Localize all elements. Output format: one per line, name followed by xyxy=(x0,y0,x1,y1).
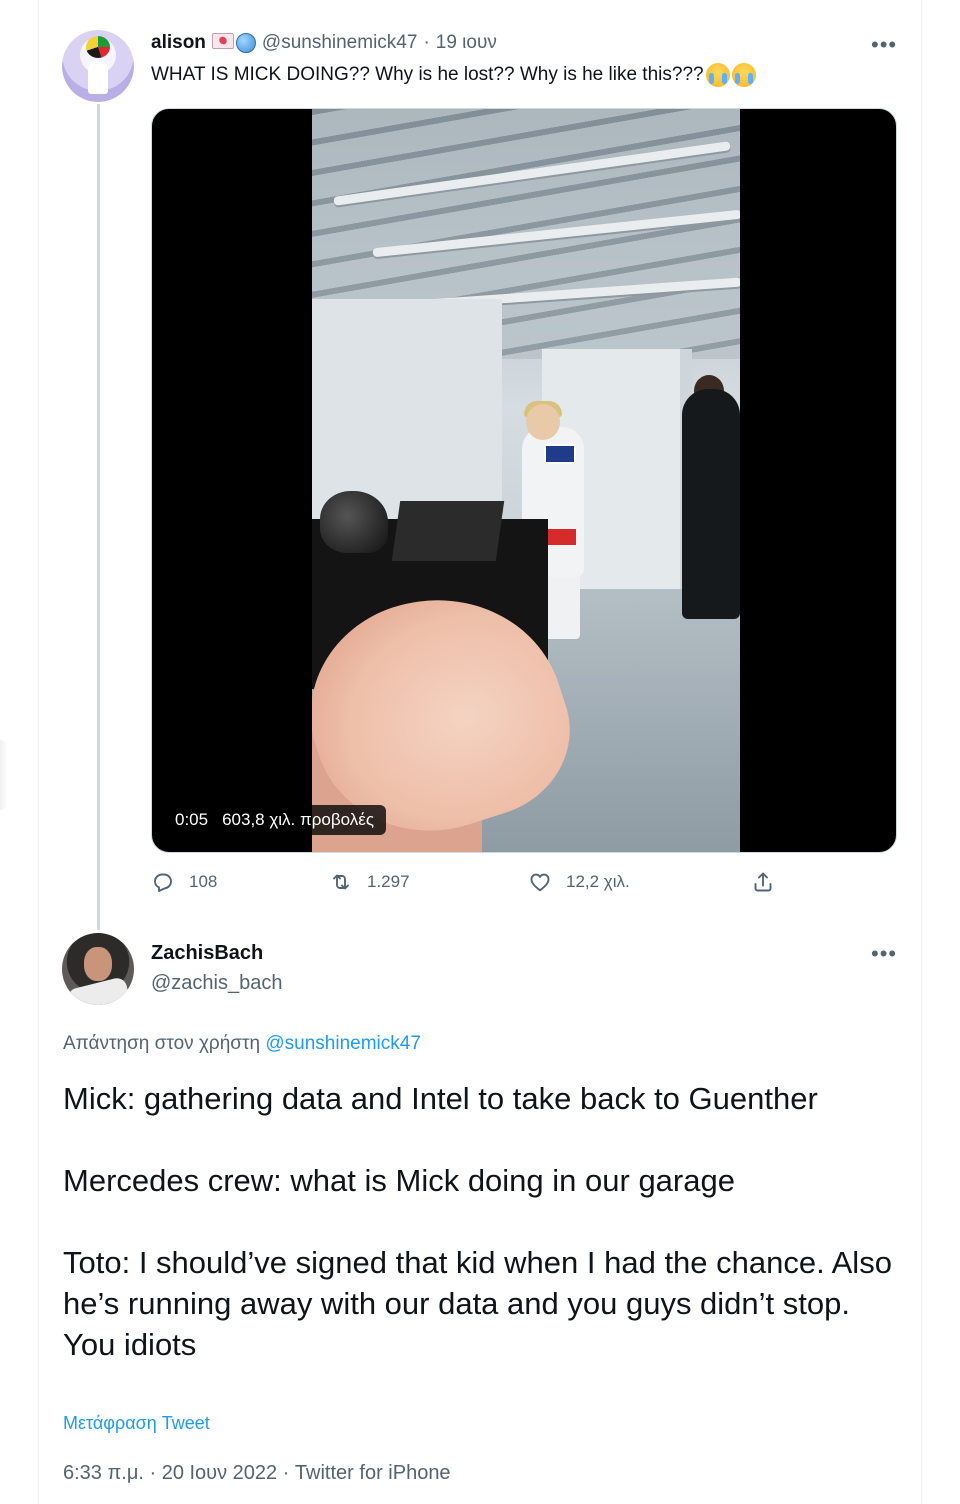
like-icon xyxy=(530,873,550,892)
reply-paragraph: Mercedes crew: what is Mick doing in our… xyxy=(63,1163,735,1198)
replying-to-mention[interactable]: @sunshinemick47 xyxy=(265,1033,421,1054)
timeline-right-border xyxy=(921,0,922,1504)
avatar-figure xyxy=(88,60,108,94)
crying-face-icon xyxy=(705,63,730,87)
reply-count: 108 xyxy=(189,872,218,891)
author-handle[interactable]: @sunshinemick47 xyxy=(262,32,418,54)
video-frame xyxy=(312,109,740,852)
like-count: 12,2 χιλ. xyxy=(566,872,630,891)
video-crew-member xyxy=(682,389,740,619)
video-driver-logo xyxy=(544,444,576,464)
avatar[interactable] xyxy=(62,933,134,1005)
thread-line xyxy=(97,104,100,930)
tweet-meta[interactable]: 6:33 π.μ. · 20 Ιουν 2022 · Twitter for i… xyxy=(63,1462,451,1485)
tweet-text: WHAT IS MICK DOING?? Why is he lost?? Wh… xyxy=(151,63,756,87)
author-name[interactable]: alison xyxy=(151,32,206,54)
video-overlay-badge: 0:05 603,8 χιλ. προβολές xyxy=(163,805,387,835)
video-laptop xyxy=(391,501,505,561)
avatar-face xyxy=(84,947,112,981)
reply-author-handle[interactable]: @zachis_bach xyxy=(151,972,282,995)
avatar[interactable] xyxy=(62,30,134,102)
reply-paragraph: Toto: I should’ve signed that kid when I… xyxy=(63,1245,892,1362)
video-elapsed: 0:05 xyxy=(175,810,209,829)
tweet-header: alison @sunshinemick47 · 19 ιουν xyxy=(151,30,497,56)
reply-icon xyxy=(154,873,172,892)
like-button[interactable]: 12,2 χιλ. xyxy=(528,870,630,894)
avatar-helmet xyxy=(86,36,110,58)
more-icon[interactable]: ••• xyxy=(871,32,897,58)
window-edge-shadow xyxy=(0,740,8,810)
video-player[interactable] xyxy=(151,108,897,853)
replying-to-label: Απάντηση στον χρήστη xyxy=(63,1033,261,1054)
reply-author-name[interactable]: ZachisBach xyxy=(151,942,263,965)
author-emojis xyxy=(211,33,256,53)
video-driver-head xyxy=(526,404,560,440)
reply-text: Mick: gathering data and Intel to take b… xyxy=(63,1078,903,1365)
retweet-button[interactable]: 1.297 xyxy=(329,870,410,894)
globe-emoji-icon xyxy=(235,33,256,53)
video-views: 603,8 χιλ. προβολές xyxy=(222,810,375,829)
more-icon[interactable]: ••• xyxy=(871,941,897,967)
separator-dot: · xyxy=(423,32,430,53)
replying-to: Απάντηση στον χρήστη @sunshinemick47 xyxy=(63,1033,421,1055)
video-helmet xyxy=(320,491,388,553)
timeline-left-border xyxy=(38,0,39,1504)
retweet-count: 1.297 xyxy=(367,872,410,891)
share-icon xyxy=(754,872,772,892)
crying-face-icon xyxy=(731,63,756,87)
tweet-time[interactable]: 19 ιουν xyxy=(436,32,497,54)
retweet-icon xyxy=(333,874,349,890)
tweet-text-content: WHAT IS MICK DOING?? Why is he lost?? Wh… xyxy=(151,64,704,85)
reply-paragraph: Mick: gathering data and Intel to take b… xyxy=(63,1081,818,1116)
tweet-actions: 108 1.297 12,2 χιλ. xyxy=(151,870,791,904)
translate-tweet-link[interactable]: Μετάφραση Tweet xyxy=(63,1413,210,1434)
video-driver-stripe xyxy=(548,529,576,545)
share-button[interactable] xyxy=(751,870,775,894)
reply-button[interactable]: 108 xyxy=(151,870,217,894)
email-emoji-icon xyxy=(211,33,234,49)
